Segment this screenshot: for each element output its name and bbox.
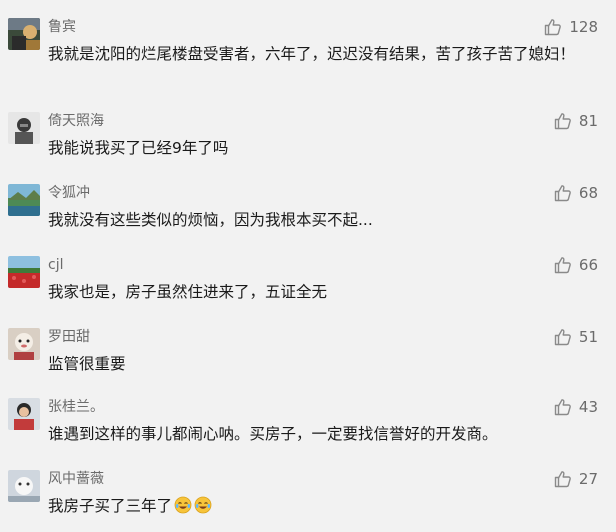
comment-author[interactable]: 风中蔷薇 — [48, 470, 104, 488]
avatar[interactable] — [8, 256, 40, 288]
like-count: 27 — [578, 470, 598, 488]
comment-text: 监管很重要 — [48, 355, 126, 373]
comment-author[interactable]: 张桂兰。 — [48, 398, 104, 416]
thumbs-up-icon — [543, 17, 563, 37]
avatar[interactable] — [8, 112, 40, 144]
avatar[interactable] — [8, 18, 40, 50]
like-count: 68 — [578, 184, 598, 202]
comment-text: 我能说我买了已经9年了吗 — [48, 139, 229, 157]
like-button[interactable]: 51 — [553, 326, 598, 348]
like-button[interactable]: 66 — [553, 254, 598, 276]
like-button[interactable]: 43 — [553, 396, 598, 418]
like-count: 51 — [578, 328, 598, 346]
thumbs-up-icon — [553, 469, 573, 489]
like-count: 43 — [578, 398, 598, 416]
avatar[interactable] — [8, 328, 40, 360]
comment-text: 我家也是，房子虽然住进来了，五证全无 — [48, 283, 328, 301]
like-count: 66 — [578, 256, 598, 274]
avatar[interactable] — [8, 470, 40, 502]
like-button[interactable]: 27 — [553, 468, 598, 490]
thumbs-up-icon — [553, 111, 573, 131]
comment-text: 我房子买了三年了 — [48, 494, 596, 518]
comment-text-body: 我房子买了三年了 — [48, 497, 173, 515]
comment-author[interactable]: cjl — [48, 256, 63, 274]
comment-author[interactable]: 罗田甜 — [48, 328, 90, 346]
like-button[interactable]: 68 — [553, 182, 598, 204]
avatar[interactable] — [8, 398, 40, 430]
like-button[interactable]: 128 — [543, 16, 598, 38]
comment-text: 谁遇到这样的事儿都闹心呐。买房子，一定要找信誉好的开发商。 — [48, 425, 498, 443]
thumbs-up-icon — [553, 255, 573, 275]
comment-text: 我就没有这些类似的烦恼，因为我根本买不起... — [48, 211, 373, 229]
like-count: 81 — [578, 112, 598, 130]
comment-author[interactable]: 鲁宾 — [48, 18, 76, 36]
crying-laughing-emoji-icon — [174, 496, 192, 514]
comment-author[interactable]: 倚天照海 — [48, 112, 104, 130]
like-count: 128 — [569, 18, 598, 36]
thumbs-up-icon — [553, 397, 573, 417]
thumbs-up-icon — [553, 327, 573, 347]
comment-author[interactable]: 令狐冲 — [48, 184, 90, 202]
thumbs-up-icon — [553, 183, 573, 203]
like-button[interactable]: 81 — [553, 110, 598, 132]
comment-text: 我就是沈阳的烂尾楼盘受害者，六年了，迟迟没有结果，苦了孩子苦了媳妇！ — [48, 45, 576, 63]
avatar[interactable] — [8, 184, 40, 216]
comment-list: 鲁宾 128 我就是沈阳的烂尾楼盘受害者，六年了，迟迟没有结果，苦了孩子苦了媳妇… — [0, 0, 616, 532]
crying-laughing-emoji-icon — [194, 496, 212, 514]
